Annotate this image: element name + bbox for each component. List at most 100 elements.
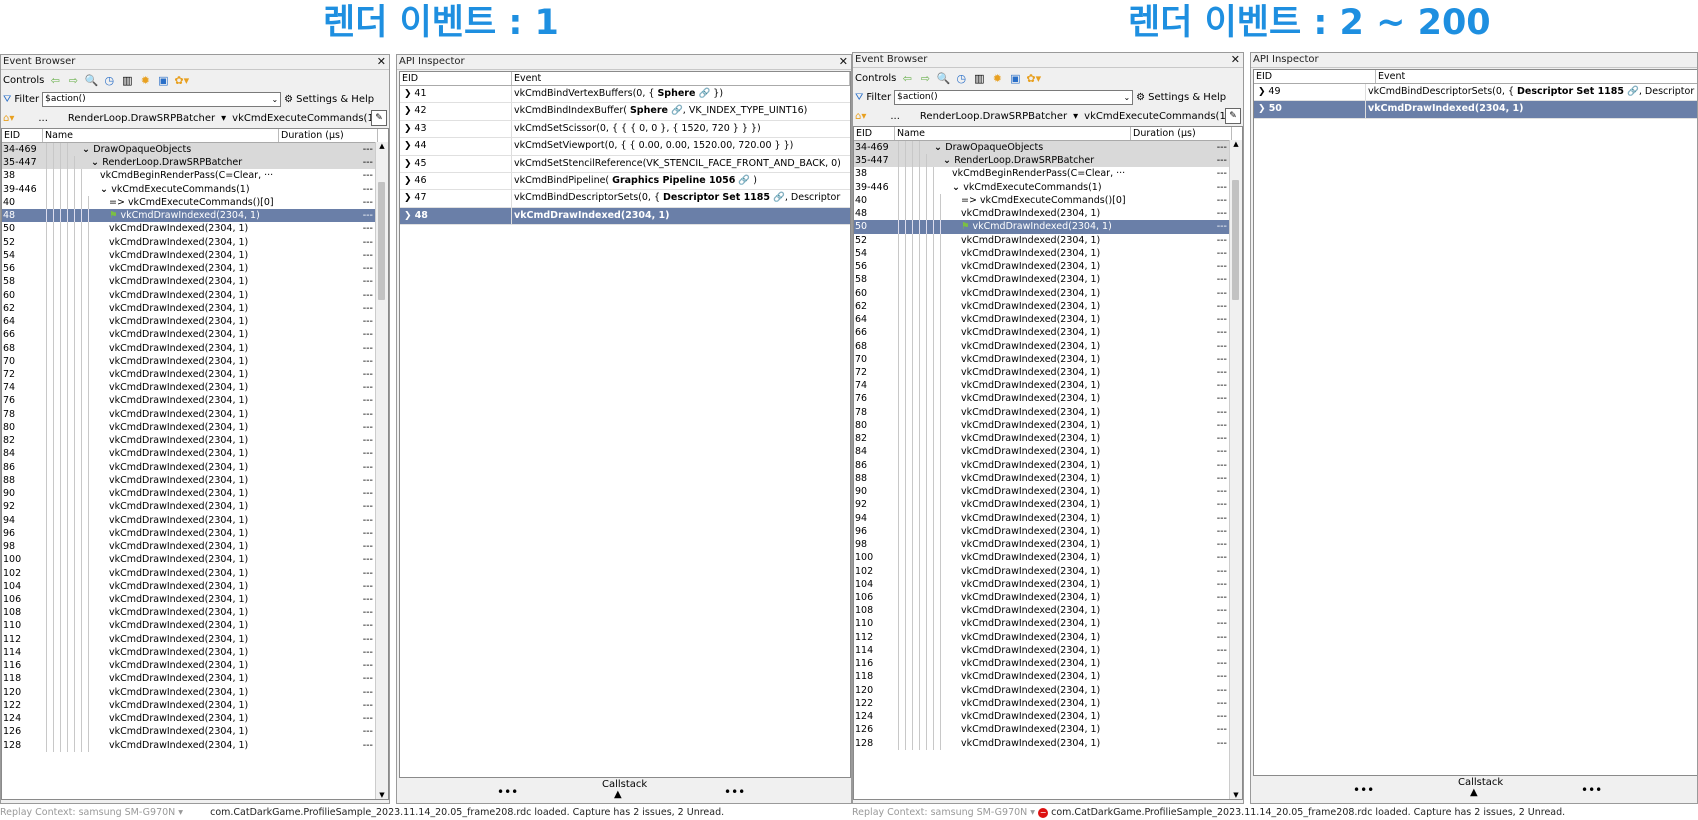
tree-row[interactable]: 70 vkCmdDrawIndexed(2304, 1) --- [854, 352, 1230, 366]
api-col-eid[interactable]: EID [400, 72, 512, 85]
expand-chevron-icon[interactable]: ⌄ [82, 144, 93, 155]
breadcrumb-dropdown-icon[interactable]: ▾ [221, 113, 226, 124]
tree-row[interactable]: 92 vkCmdDrawIndexed(2304, 1) --- [2, 500, 376, 514]
api-row[interactable]: ❯ 50 vkCmdDrawIndexed(2304, 1) [1254, 101, 1697, 119]
api-row[interactable]: ❯ 44 vkCmdSetViewport(0, { { 0.00, 0.00, … [400, 138, 850, 156]
api-row[interactable]: ❯ 47 vkCmdBindDescriptorSets(0, { Descrip… [400, 190, 850, 208]
tree-row[interactable]: 48 ⚑ vkCmdDrawIndexed(2304, 1) --- [2, 209, 376, 223]
tree-row[interactable]: 120 vkCmdDrawIndexed(2304, 1) --- [854, 683, 1230, 697]
gear-icon[interactable]: ⚙ [284, 94, 293, 105]
resource-link[interactable]: Sphere [657, 88, 695, 99]
tree-row[interactable]: 124 vkCmdDrawIndexed(2304, 1) --- [2, 712, 376, 726]
replay-context-dropdown[interactable]: Replay Context: samsung SM-G970N [0, 807, 175, 818]
tree-row[interactable]: 74 vkCmdDrawIndexed(2304, 1) --- [2, 381, 376, 395]
callstack-label[interactable]: Callstack [602, 779, 647, 790]
tree-row[interactable]: 94 vkCmdDrawIndexed(2304, 1) --- [2, 513, 376, 527]
tree-row[interactable]: 116 vkCmdDrawIndexed(2304, 1) --- [854, 657, 1230, 671]
edit-icon[interactable]: ✎ [1225, 108, 1241, 124]
error-icon[interactable]: − [1038, 807, 1049, 818]
expand-chevron-icon[interactable]: ❯ [404, 106, 414, 116]
bookmark-icon[interactable]: ▥ [972, 72, 986, 85]
api-row[interactable]: ❯ 41 vkCmdBindVertexBuffers(0, { Sphere 🔗… [400, 86, 850, 104]
tree-row[interactable]: 100 vkCmdDrawIndexed(2304, 1) --- [2, 553, 376, 567]
tree-row[interactable]: 114 vkCmdDrawIndexed(2304, 1) --- [854, 643, 1230, 658]
col-eid[interactable]: EID [854, 127, 895, 140]
tree-row[interactable]: 88 vkCmdDrawIndexed(2304, 1) --- [854, 471, 1230, 486]
tree-row[interactable]: 72 vkCmdDrawIndexed(2304, 1) --- [854, 365, 1230, 380]
tree-row[interactable]: 122 vkCmdDrawIndexed(2304, 1) --- [854, 696, 1230, 711]
tree-row[interactable]: 102 vkCmdDrawIndexed(2304, 1) --- [854, 564, 1230, 578]
status-message[interactable]: com.CatDarkGame.ProfilieSample_2023.11.1… [1051, 807, 1565, 818]
api-col-eid[interactable]: EID [1254, 70, 1376, 83]
tree-row[interactable]: 128 vkCmdDrawIndexed(2304, 1) --- [2, 738, 376, 752]
col-name[interactable]: Name [43, 129, 279, 142]
expand-chevron-icon[interactable]: ❯ [404, 89, 414, 99]
expand-chevron-icon[interactable]: ⌄ [943, 155, 954, 166]
replay-dropdown-icon[interactable]: ▾ [178, 807, 186, 818]
tree-row[interactable]: 106 vkCmdDrawIndexed(2304, 1) --- [854, 590, 1230, 605]
tree-row[interactable]: 58 vkCmdDrawIndexed(2304, 1) --- [854, 273, 1230, 287]
more-left-button[interactable]: ••• [1353, 783, 1374, 797]
chevron-down-icon[interactable]: ⌄ [1123, 91, 1130, 104]
expand-chevron-icon[interactable]: ❯ [404, 124, 414, 134]
tree-row[interactable]: 54 vkCmdDrawIndexed(2304, 1) --- [854, 246, 1230, 261]
expand-chevron-icon[interactable]: ⌄ [934, 142, 945, 153]
tree-row[interactable]: 110 vkCmdDrawIndexed(2304, 1) --- [2, 619, 376, 633]
api-row[interactable]: ❯ 49 vkCmdBindDescriptorSets(0, { Descrip… [1254, 84, 1697, 102]
tree-row[interactable]: 64 vkCmdDrawIndexed(2304, 1) --- [2, 315, 376, 329]
more-left-button[interactable]: ••• [497, 785, 518, 799]
expand-chevron-icon[interactable]: ❯ [1258, 87, 1268, 97]
api-row[interactable]: ❯ 46 vkCmdBindPipeline( Graphics Pipeline… [400, 172, 850, 191]
tree-row[interactable]: 82 vkCmdDrawIndexed(2304, 1) --- [854, 432, 1230, 446]
col-name[interactable]: Name [895, 127, 1131, 140]
tree-row[interactable]: 126 vkCmdDrawIndexed(2304, 1) --- [2, 725, 376, 739]
tree-row[interactable]: 88 vkCmdDrawIndexed(2304, 1) --- [2, 473, 376, 488]
tree-row[interactable]: 66 vkCmdDrawIndexed(2304, 1) --- [854, 326, 1230, 340]
tree-row[interactable]: 76 vkCmdDrawIndexed(2304, 1) --- [2, 394, 376, 408]
filter-input[interactable]: $action() ⌄ [894, 89, 1134, 105]
controls-label[interactable]: Controls [3, 75, 44, 86]
tree-row[interactable]: 68 vkCmdDrawIndexed(2304, 1) --- [854, 339, 1230, 353]
callstack-toggle-icon[interactable]: ▲ [614, 789, 622, 800]
timer-icon[interactable]: ◷ [954, 72, 968, 85]
api-col-event[interactable]: Event [1376, 70, 1697, 83]
tree-row[interactable]: 62 vkCmdDrawIndexed(2304, 1) --- [2, 301, 376, 316]
api-row[interactable]: ❯ 43 vkCmdSetScissor(0, { { { 0, 0 }, { 1… [400, 120, 850, 139]
colorize-icon[interactable]: ✹ [990, 72, 1004, 85]
tree-row[interactable]: 98 vkCmdDrawIndexed(2304, 1) --- [2, 540, 376, 554]
settings-dropdown-icon[interactable]: ✿▾ [1026, 72, 1041, 85]
tree-row[interactable]: 128 vkCmdDrawIndexed(2304, 1) --- [854, 736, 1230, 750]
status-message[interactable]: com.CatDarkGame.ProfilieSample_2023.11.1… [210, 807, 724, 818]
gear-icon[interactable]: ⚙ [1136, 92, 1145, 103]
close-icon[interactable]: ✕ [377, 55, 386, 69]
tree-row[interactable]: 68 vkCmdDrawIndexed(2304, 1) --- [2, 341, 376, 355]
expand-chevron-icon[interactable]: ❯ [404, 193, 414, 203]
tree-row[interactable]: 76 vkCmdDrawIndexed(2304, 1) --- [854, 392, 1230, 406]
breadcrumb-ellipsis[interactable]: ... [38, 113, 48, 124]
tree-row[interactable]: 122 vkCmdDrawIndexed(2304, 1) --- [2, 698, 376, 713]
find-icon[interactable]: 🔍 [936, 72, 951, 85]
find-icon[interactable]: 🔍 [84, 74, 99, 87]
tree-row[interactable]: 110 vkCmdDrawIndexed(2304, 1) --- [854, 617, 1230, 631]
expand-chevron-icon[interactable]: ❯ [404, 159, 414, 169]
breadcrumb-dropdown-icon[interactable]: ▾ [1073, 111, 1078, 122]
more-right-button[interactable]: ••• [724, 785, 745, 799]
tree-row[interactable]: 60 vkCmdDrawIndexed(2304, 1) --- [854, 286, 1230, 300]
expand-chevron-icon[interactable]: ⌄ [91, 157, 102, 168]
tree-row[interactable]: 38 vkCmdBeginRenderPass(C=Clear, ··· --- [854, 167, 1230, 181]
forward-arrow-icon[interactable]: ⇨ [918, 72, 932, 85]
tree-row[interactable]: 34-469 ⌄ DrawOpaqueObjects --- [854, 141, 1230, 155]
tree-row[interactable]: 104 vkCmdDrawIndexed(2304, 1) --- [854, 577, 1230, 591]
tree-row[interactable]: 100 vkCmdDrawIndexed(2304, 1) --- [854, 551, 1230, 565]
tree-row[interactable]: 39-446 ⌄ vkCmdExecuteCommands(1) --- [854, 180, 1230, 194]
tree-row[interactable]: 60 vkCmdDrawIndexed(2304, 1) --- [2, 288, 376, 302]
tree-row[interactable]: 50 vkCmdDrawIndexed(2304, 1) --- [2, 222, 376, 236]
home-icon[interactable]: ⌂▾ [3, 113, 14, 124]
tree-row[interactable]: 52 vkCmdDrawIndexed(2304, 1) --- [854, 233, 1230, 247]
scroll-down-icon[interactable]: ▼ [1230, 791, 1242, 799]
settings-help-button[interactable]: Settings & Help [1148, 92, 1226, 103]
back-arrow-icon[interactable]: ⇦ [900, 72, 914, 85]
tree-row[interactable]: 74 vkCmdDrawIndexed(2304, 1) --- [854, 379, 1230, 393]
tree-row[interactable]: 34-469 ⌄ DrawOpaqueObjects --- [2, 143, 376, 157]
replay-dropdown-icon[interactable]: ▾ [1030, 807, 1038, 818]
